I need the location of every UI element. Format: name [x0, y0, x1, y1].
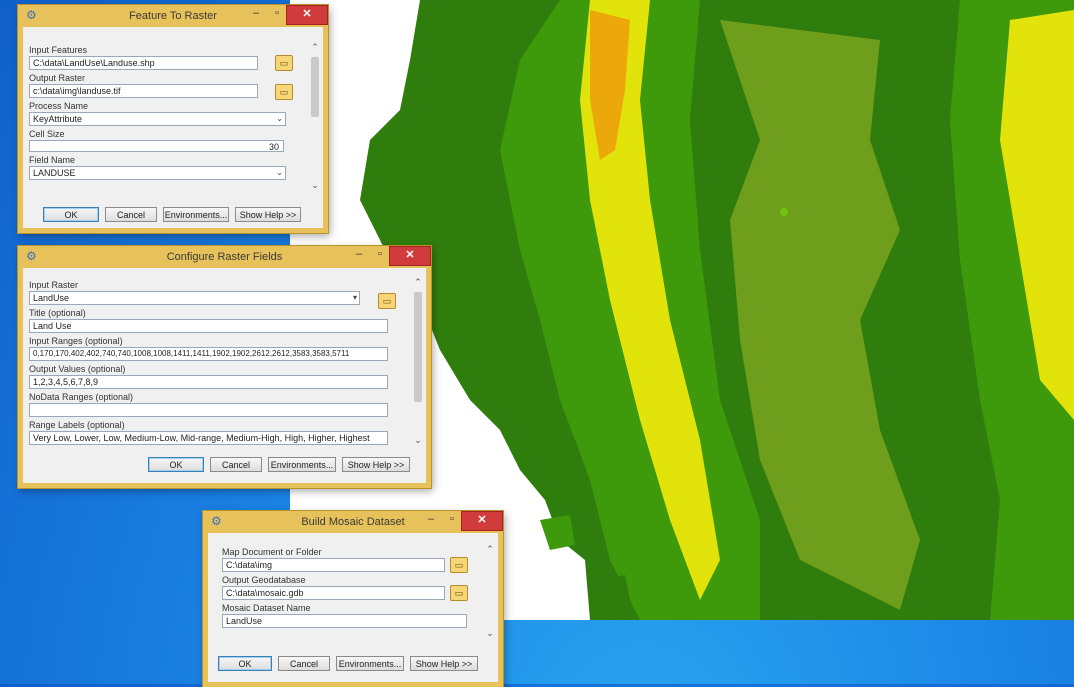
- field-name-value: LANDUSE: [33, 168, 76, 178]
- output-geodatabase-field[interactable]: C:\data\mosaic.gdb: [222, 586, 445, 600]
- input-raster-select[interactable]: LandUse ▾: [29, 291, 360, 305]
- dialog-buttons: OK Cancel Environments... Show Help >>: [43, 207, 301, 222]
- cell-size-value: 30: [268, 142, 279, 152]
- cancel-button[interactable]: Cancel: [278, 656, 330, 671]
- output-raster-label: Output Raster: [29, 73, 86, 83]
- ok-button[interactable]: OK: [218, 656, 272, 671]
- close-button[interactable]: ✕: [461, 511, 503, 531]
- feature-to-raster-window: ⚙ Feature To Raster – ▫ ✕ Input Features…: [18, 5, 328, 233]
- chevron-up-icon[interactable]: ⌃: [484, 543, 496, 555]
- toolbox-icon: ⚙: [26, 249, 37, 263]
- browse-folder-icon[interactable]: ▭: [275, 84, 293, 100]
- map-document-field[interactable]: C:\data\img: [222, 558, 445, 572]
- range-labels-field[interactable]: Very Low, Lower, Low, Medium-Low, Mid-ra…: [29, 431, 388, 445]
- mosaic-name-field[interactable]: LandUse: [222, 614, 467, 628]
- field-name-select[interactable]: LANDUSE ⌄: [29, 166, 286, 180]
- cell-size-field[interactable]: 30: [29, 140, 284, 152]
- toolbox-icon: ⚙: [26, 8, 37, 22]
- browse-folder-icon[interactable]: ▭: [275, 55, 293, 71]
- output-values-label: Output Values (optional): [29, 364, 126, 374]
- title-field[interactable]: Land Use: [29, 319, 388, 333]
- input-raster-label: Input Raster: [29, 280, 79, 290]
- feature-to-raster-titlebar[interactable]: ⚙ Feature To Raster – ▫ ✕: [18, 5, 328, 27]
- process-name-label: Process Name: [29, 101, 89, 111]
- ok-button[interactable]: OK: [148, 457, 204, 472]
- show-help-button[interactable]: Show Help >>: [410, 656, 478, 671]
- environments-button[interactable]: Environments...: [163, 207, 229, 222]
- input-raster-value: LandUse: [33, 293, 70, 303]
- build-mosaic-dataset-titlebar[interactable]: ⚙ Build Mosaic Dataset – ▫ ✕: [203, 511, 503, 533]
- cancel-button[interactable]: Cancel: [210, 457, 262, 472]
- chevron-down-icon: ⌄: [276, 168, 283, 177]
- map-island-2: [600, 575, 630, 605]
- scrollbar[interactable]: ⌃ ⌄: [309, 41, 321, 191]
- chevron-down-icon: ⌄: [276, 114, 283, 123]
- browse-folder-icon[interactable]: ▭: [450, 585, 468, 601]
- input-features-label: Input Features: [29, 45, 88, 55]
- browse-folder-icon[interactable]: ▭: [378, 293, 396, 309]
- scrollbar[interactable]: ⌃ ⌄: [412, 276, 424, 446]
- show-help-button[interactable]: Show Help >>: [235, 207, 301, 222]
- field-name-label: Field Name: [29, 155, 76, 165]
- map-highlight-point: [780, 208, 788, 216]
- input-features-field[interactable]: C:\data\LandUse\Landuse.shp: [29, 56, 258, 70]
- window-title: Build Mosaic Dataset: [301, 516, 405, 528]
- scrollbar[interactable]: ⌃ ⌄: [484, 543, 496, 639]
- ok-button[interactable]: OK: [43, 207, 99, 222]
- dialog-buttons: OK Cancel Environments... Show Help >>: [148, 457, 410, 472]
- process-name-value: KeyAttribute: [33, 114, 83, 124]
- environments-button[interactable]: Environments...: [268, 457, 336, 472]
- configure-raster-fields-window: ⚙ Configure Raster Fields – ▫ ✕ Input Ra…: [18, 246, 431, 488]
- feature-to-raster-form: Input Features C:\data\LandUse\Landuse.s…: [23, 27, 323, 215]
- configure-raster-fields-form: Input Raster LandUse ▾ ▭ Title (optional)…: [23, 268, 426, 466]
- dialog-buttons: OK Cancel Environments... Show Help >>: [218, 656, 478, 671]
- maximize-button[interactable]: ▫: [266, 5, 288, 23]
- close-button[interactable]: ✕: [389, 246, 431, 266]
- title-label: Title (optional): [29, 308, 86, 318]
- maximize-button[interactable]: ▫: [369, 246, 391, 264]
- output-values-field[interactable]: 1,2,3,4,5,6,7,8,9: [29, 375, 388, 389]
- scrollbar-thumb[interactable]: [311, 57, 319, 117]
- chevron-down-icon[interactable]: ⌄: [309, 179, 321, 191]
- minimize-button[interactable]: –: [244, 5, 268, 23]
- configure-raster-fields-titlebar[interactable]: ⚙ Configure Raster Fields – ▫ ✕: [18, 246, 431, 268]
- window-title: Feature To Raster: [129, 10, 217, 22]
- range-labels-label: Range Labels (optional): [29, 420, 125, 430]
- input-ranges-field[interactable]: 0,170,170,402,402,740,740,1008,1008,1411…: [29, 347, 388, 361]
- cell-size-label: Cell Size: [29, 129, 65, 139]
- browse-folder-icon[interactable]: ▭: [450, 557, 468, 573]
- show-help-button[interactable]: Show Help >>: [342, 457, 410, 472]
- minimize-button[interactable]: –: [419, 511, 443, 529]
- scrollbar-thumb[interactable]: [414, 292, 422, 402]
- cancel-button[interactable]: Cancel: [105, 207, 157, 222]
- maximize-button[interactable]: ▫: [441, 511, 463, 529]
- chevron-up-icon[interactable]: ⌃: [309, 41, 321, 53]
- environments-button[interactable]: Environments...: [336, 656, 404, 671]
- chevron-down-icon[interactable]: ⌄: [484, 627, 496, 639]
- process-name-select[interactable]: KeyAttribute ⌄: [29, 112, 286, 126]
- chevron-up-icon[interactable]: ⌃: [412, 276, 424, 288]
- build-mosaic-dataset-window: ⚙ Build Mosaic Dataset – ▫ ✕ Map Documen…: [203, 511, 503, 687]
- input-ranges-label: Input Ranges (optional): [29, 336, 123, 346]
- chevron-down-icon: ▾: [352, 293, 357, 302]
- close-button[interactable]: ✕: [286, 5, 328, 25]
- mosaic-name-label: Mosaic Dataset Name: [222, 603, 311, 613]
- minimize-button[interactable]: –: [347, 246, 371, 264]
- nodata-ranges-label: NoData Ranges (optional): [29, 392, 134, 402]
- build-mosaic-dataset-form: Map Document or Folder C:\data\img ▭ Out…: [208, 533, 498, 665]
- output-raster-field[interactable]: c:\data\img\landuse.tif: [29, 84, 258, 98]
- toolbox-icon: ⚙: [211, 514, 222, 528]
- window-title: Configure Raster Fields: [166, 251, 283, 263]
- chevron-down-icon[interactable]: ⌄: [412, 434, 424, 446]
- nodata-ranges-field[interactable]: [29, 403, 388, 417]
